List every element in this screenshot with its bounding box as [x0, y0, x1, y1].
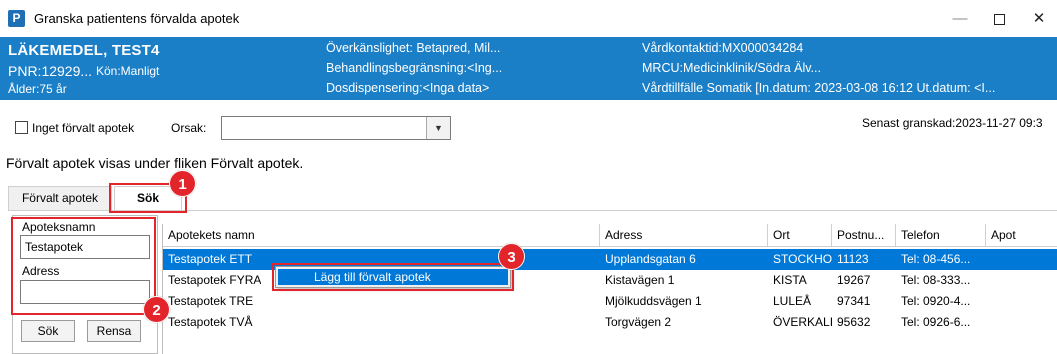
maximize-icon	[993, 13, 1005, 25]
table-row[interactable]: Testapotek TVÅ Torgvägen 2 ÖVERKALIX 956…	[163, 312, 1057, 333]
app-icon: P	[8, 10, 25, 27]
mrcu-info: MRCU:Medicinklinik/Södra Älv...	[642, 61, 821, 75]
cell-name: Testapotek TVÅ	[168, 315, 253, 329]
clear-button[interactable]: Rensa	[87, 320, 141, 342]
cell-name: Testapotek FYRA	[168, 273, 262, 287]
title-bar: P Granska patientens förvalda apotek — ✕	[0, 0, 1057, 37]
dose-dispensing-info: Dosdispensering:<Inga data>	[326, 81, 490, 95]
last-reviewed: Senast granskad:2023-11-27 09:3	[862, 116, 1043, 130]
cell-phone: Tel: 08-333...	[901, 273, 971, 287]
cell-postcode: 97341	[837, 294, 871, 308]
patient-gender: Kön:Manligt	[96, 64, 160, 78]
info-text: Förvalt apotek visas under fliken Förval…	[6, 155, 304, 171]
annotation-highlight-context-menu	[272, 263, 514, 291]
care-contact-id: Vårdkontaktid:MX000034284	[642, 41, 804, 55]
cell-address: Kistavägen 1	[605, 273, 675, 287]
care-episode-info: Vårdtillfälle Somatik [In.datum: 2023-03…	[642, 81, 996, 95]
patient-pnr: PNR:12929...	[8, 63, 93, 79]
cell-postcode: 95632	[837, 315, 871, 329]
cell-address: Torgvägen 2	[605, 315, 672, 329]
tab-default-pharmacy[interactable]: Förvalt apotek	[8, 186, 112, 210]
search-button[interactable]: Sök	[21, 320, 75, 342]
cell-phone: Tel: 08-456...	[901, 252, 971, 266]
cell-city: KISTA	[773, 273, 807, 287]
annotation-badge-3: 3	[498, 243, 525, 270]
cell-phone: Tel: 0926-6...	[901, 315, 971, 329]
cell-city: STOCKHOL...	[773, 252, 832, 266]
reason-label: Orsak:	[171, 121, 207, 135]
reason-select[interactable]: ▼	[221, 116, 451, 140]
cell-phone: Tel: 0920-4...	[901, 294, 971, 308]
patient-age: Ålder:75 år	[8, 82, 67, 96]
column-header-city[interactable]: Ort	[768, 224, 832, 247]
annotation-badge-2: 2	[143, 296, 170, 323]
no-default-pharmacy-checkbox[interactable]	[15, 121, 28, 134]
cell-postcode: 11123	[837, 252, 869, 266]
column-header-pharmacy[interactable]: Apot	[986, 224, 1057, 247]
close-button[interactable]: ✕	[1019, 6, 1057, 32]
treatment-limitation-info[interactable]: Behandlingsbegränsning:<Ing...	[326, 61, 502, 75]
annotation-highlight-search-fields	[11, 217, 156, 315]
column-header-postcode[interactable]: Postnu...	[832, 224, 896, 247]
column-header-address[interactable]: Adress	[600, 224, 768, 247]
cell-name: Testapotek TRE	[168, 294, 254, 308]
allergy-info[interactable]: Överkänslighet: Betapred, Mil...	[326, 41, 500, 55]
chevron-down-icon[interactable]: ▼	[426, 117, 450, 139]
cell-address: Mjölkuddsvägen 1	[605, 294, 702, 308]
window-title: Granska patientens förvalda apotek	[34, 11, 240, 26]
cell-postcode: 19267	[837, 273, 871, 287]
patient-name: LÄKEMEDEL, TEST4	[8, 42, 160, 59]
table-row[interactable]: Testapotek TRE Mjölkuddsvägen 1 LULEÅ 97…	[163, 291, 1057, 312]
column-header-name[interactable]: Apotekets namn	[163, 224, 600, 247]
cell-city: ÖVERKALIX	[773, 315, 832, 329]
column-header-phone[interactable]: Telefon	[896, 224, 986, 247]
cell-name: Testapotek ETT	[168, 252, 253, 266]
maximize-button[interactable]	[979, 6, 1019, 32]
no-default-pharmacy-label[interactable]: Inget förvalt apotek	[32, 121, 134, 135]
minimize-button[interactable]: —	[940, 6, 980, 32]
cell-address: Upplandsgatan 6	[605, 252, 696, 266]
cell-city: LULEÅ	[773, 294, 812, 308]
annotation-badge-1: 1	[169, 170, 196, 197]
patient-header: LÄKEMEDEL, TEST4 PNR:12929... Kön:Manlig…	[0, 37, 1057, 100]
